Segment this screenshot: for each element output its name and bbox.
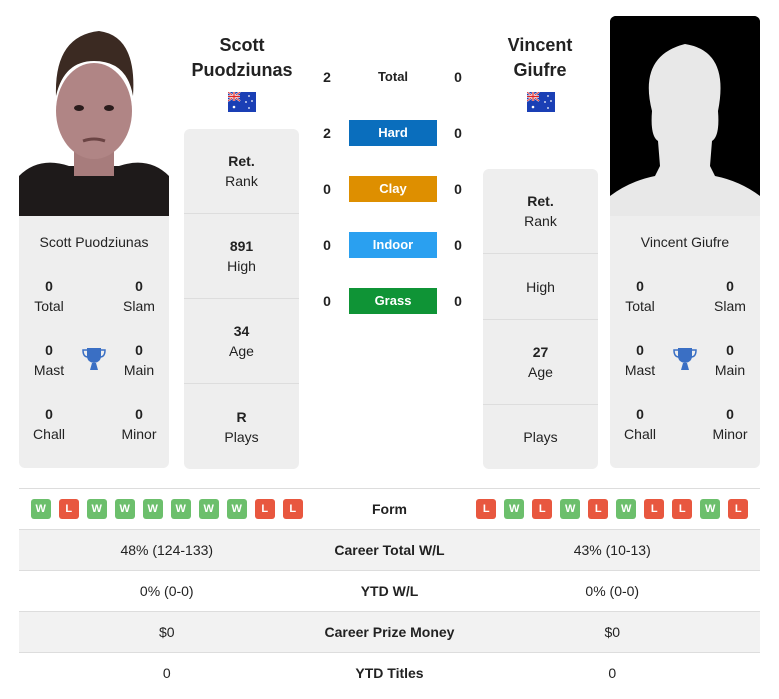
player2-career-wl: 43% (10-13) <box>464 529 760 571</box>
player1-photo <box>19 16 169 216</box>
form-badge[interactable]: L <box>58 499 79 519</box>
form-badge[interactable]: W <box>30 499 51 519</box>
player2-plays: Plays <box>523 429 558 445</box>
form-badge[interactable]: W <box>86 499 107 519</box>
prize-money-row: $0 Career Prize Money $0 <box>19 611 760 653</box>
form-badge[interactable]: W <box>198 499 219 519</box>
player2-form: LWLWLWLLWL <box>465 499 761 519</box>
player2-ytd-wl: 0% (0-0) <box>464 570 760 612</box>
form-badge[interactable]: L <box>476 499 497 519</box>
player2-h2h-grass: 0 <box>454 293 462 309</box>
trophy-icon <box>81 346 107 372</box>
h2h-row-total: 2 Total 0 <box>310 64 475 90</box>
player2-minor-titles: 0 Minor <box>712 406 748 442</box>
form-badge[interactable]: W <box>226 499 247 519</box>
player2-total-titles: 0 Total <box>625 278 655 314</box>
player1-h2h-hard: 2 <box>323 125 331 141</box>
form-badge[interactable]: W <box>560 499 581 519</box>
ytd-wl-row: 0% (0-0) YTD W/L 0% (0-0) <box>19 570 760 612</box>
player1-mast-titles: 0 Mast <box>33 342 65 378</box>
player1-main-titles: 0 Main <box>123 342 155 378</box>
australia-flag-icon <box>526 91 555 112</box>
player1-name-heading[interactable]: Scott Puodziunas <box>167 33 317 83</box>
player2-high: High <box>483 254 598 320</box>
h2h-row-indoor: 0 Indoor 0 <box>310 232 475 258</box>
form-badge[interactable]: W <box>142 499 163 519</box>
h2h-row-clay: 0 Clay 0 <box>310 176 475 202</box>
form-badge[interactable]: L <box>672 499 693 519</box>
form-badge[interactable]: W <box>114 499 135 519</box>
player1-info-box: Ret. Rank 891 High 34 Age R Plays <box>184 129 299 469</box>
player2-rank: Ret. Rank <box>483 169 598 254</box>
australia-flag-icon <box>227 91 256 112</box>
player2-chall-titles: 0 Chall <box>624 406 656 442</box>
player1-minor-titles: 0 Minor <box>121 406 157 442</box>
career-wl-row: 48% (124-133) Career Total W/L 43% (10-1… <box>19 529 760 571</box>
career-wl-label: Career Total W/L <box>314 529 465 571</box>
form-badge[interactable]: L <box>644 499 665 519</box>
player1-plays: R Plays <box>224 408 259 445</box>
player1-ytd-wl: 0% (0-0) <box>19 570 315 612</box>
player1-ytd-titles: 0 <box>19 652 315 694</box>
player1-h2h-total: 2 <box>323 69 331 85</box>
player2-main-titles: 0 Main <box>714 342 746 378</box>
player2-h2h-indoor: 0 <box>454 237 462 253</box>
form-badge[interactable]: L <box>532 499 553 519</box>
form-badge[interactable]: L <box>254 499 275 519</box>
comparison-table: WLWWWWWWLL Form LWLWLWLLWL 48% (124-133)… <box>19 488 760 694</box>
form-label: Form <box>314 488 465 530</box>
player2-age: 27 Age <box>483 320 598 405</box>
surface-badge-clay: Clay <box>349 176 437 202</box>
form-badge[interactable]: W <box>616 499 637 519</box>
player1-h2h-indoor: 0 <box>323 237 331 253</box>
player1-chall-titles: 0 Chall <box>33 406 65 442</box>
player1-high: 891 High <box>184 214 299 299</box>
player2-h2h-hard: 0 <box>454 125 462 141</box>
player2-h2h-clay: 0 <box>454 181 462 197</box>
form-badge[interactable]: L <box>588 499 609 519</box>
player1-age: 34 Age <box>184 299 299 384</box>
player1-prize: $0 <box>19 611 315 653</box>
player1-slam-titles: 0 Slam <box>123 278 155 314</box>
ytd-wl-label: YTD W/L <box>314 570 465 612</box>
form-badge[interactable]: W <box>504 499 525 519</box>
surface-badge-grass: Grass <box>349 288 437 314</box>
form-badge[interactable]: L <box>282 499 303 519</box>
surface-badge-hard: Hard <box>349 120 437 146</box>
player1-h2h-grass: 0 <box>323 293 331 309</box>
player2-photo-placeholder <box>610 16 760 216</box>
player2-name: Vincent Giufre <box>640 234 730 250</box>
player2-mast-titles: 0 Mast <box>624 342 656 378</box>
player1-form: WLWWWWWWLL <box>19 499 315 519</box>
ytd-titles-row: 0 YTD Titles 0 <box>19 652 760 694</box>
player2-name-heading[interactable]: Vincent Giufre <box>465 33 615 83</box>
form-row: WLWWWWWWLL Form LWLWLWLLWL <box>19 488 761 530</box>
form-badge[interactable]: W <box>700 499 721 519</box>
player2-titles-card: Vincent Giufre 0 Total 0 Slam 0 Mast 0 Main … <box>610 216 760 468</box>
h2h-row-hard: 2 Hard 0 <box>310 120 475 146</box>
player1-total-titles: 0 Total <box>34 278 64 314</box>
player1-career-wl: 48% (124-133) <box>19 529 315 571</box>
player2-prize: $0 <box>464 611 760 653</box>
trophy-icon <box>672 346 698 372</box>
surface-badge-indoor: Indoor <box>349 232 437 258</box>
ytd-titles-label: YTD Titles <box>314 652 465 694</box>
h2h-row-grass: 0 Grass 0 <box>310 288 475 314</box>
form-badge[interactable]: W <box>170 499 191 519</box>
player2-ytd-titles: 0 <box>464 652 760 694</box>
player1-h2h-clay: 0 <box>323 181 331 197</box>
player1-rank: Ret. Rank <box>184 129 299 214</box>
form-badge[interactable]: L <box>728 499 749 519</box>
surface-badge-total: Total <box>377 69 409 84</box>
player2-slam-titles: 0 Slam <box>714 278 746 314</box>
prize-label: Career Prize Money <box>314 611 465 653</box>
player1-titles-card: Scott Puodziunas 0 Total 0 Slam 0 Mast 0 Mai… <box>19 216 169 468</box>
player2-info-box: Ret. Rank High 27 Age Plays <box>483 169 598 469</box>
player1-name: Scott Puodziunas <box>39 234 149 250</box>
